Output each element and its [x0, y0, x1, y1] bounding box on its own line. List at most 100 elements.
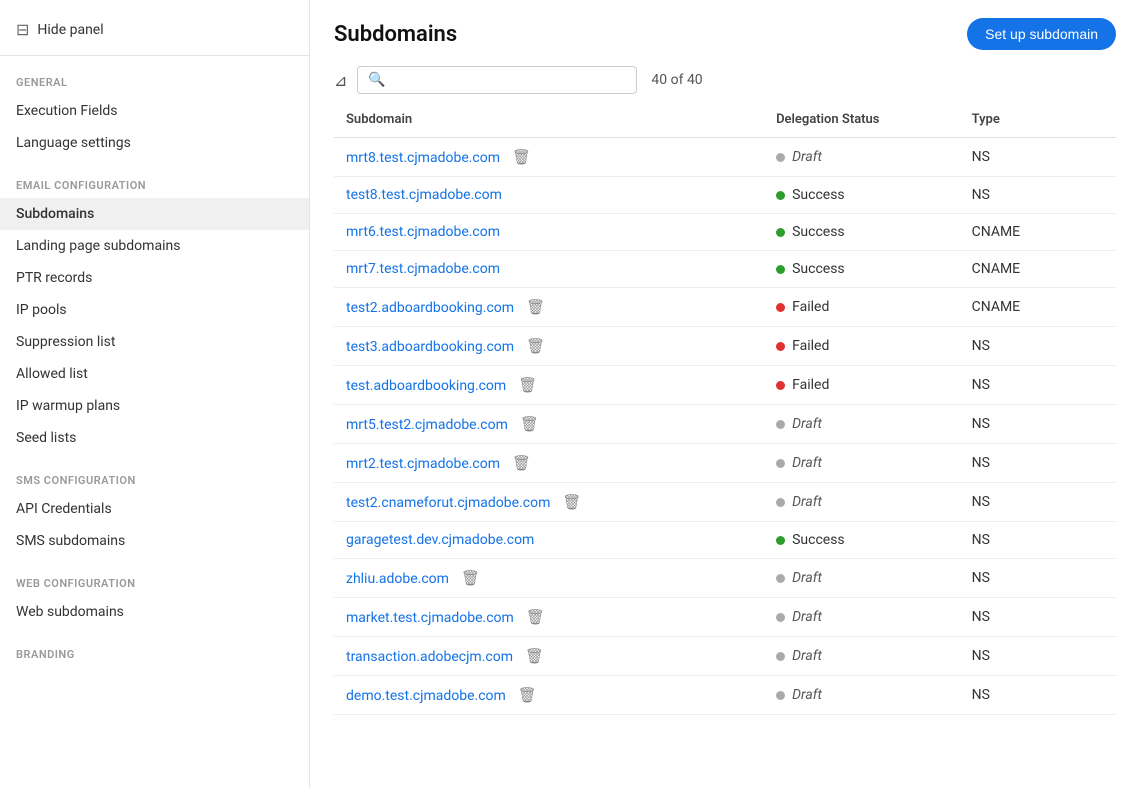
subdomain-link[interactable]: mrt8.test.cjmadobe.com [346, 150, 500, 166]
status-cell: Draft [764, 405, 960, 444]
type-cell: NS [960, 138, 1116, 177]
subdomain-cell: transaction.adobecjm.com 🗑 [334, 637, 764, 676]
status-dot [776, 342, 785, 351]
subdomain-link[interactable]: test2.adboardbooking.com [346, 300, 514, 316]
status-cell: Draft [764, 637, 960, 676]
status-cell: Success [764, 251, 960, 288]
status-cell: Failed [764, 366, 960, 405]
subdomain-link[interactable]: test2.cnameforut.cjmadobe.com [346, 495, 550, 511]
sidebar-item-execution-fields[interactable]: Execution Fields [0, 95, 309, 127]
sidebar-item-api-credentials[interactable]: API Credentials [0, 493, 309, 525]
subdomain-link[interactable]: market.test.cjmadobe.com [346, 610, 514, 626]
main-content: Subdomains Set up subdomain ⊿ 🔍 40 of 40… [310, 0, 1140, 788]
panel-icon: ⊟ [16, 20, 29, 39]
subdomain-link[interactable]: zhliu.adobe.com [346, 571, 449, 587]
sidebar-item-seed-lists[interactable]: Seed lists [0, 422, 309, 454]
sidebar: ⊟ Hide panel GENERALExecution FieldsLang… [0, 0, 310, 788]
sidebar-item-sms-subdomains[interactable]: SMS subdomains [0, 525, 309, 557]
search-input[interactable] [392, 72, 627, 88]
delete-icon[interactable]: 🗑 [525, 647, 544, 665]
subdomain-link[interactable]: transaction.adobecjm.com [346, 649, 513, 665]
sidebar-item-language-settings[interactable]: Language settings [0, 127, 309, 159]
status-label: Draft [792, 455, 822, 471]
delete-icon[interactable]: 🗑 [520, 415, 539, 433]
delete-icon[interactable]: 🗑 [562, 493, 581, 511]
status-dot [776, 459, 785, 468]
table-row: test.adboardbooking.com🗑FailedNS [334, 366, 1116, 405]
status-cell: Success [764, 177, 960, 214]
subdomain-cell: mrt2.test.cjmadobe.com 🗑 [334, 444, 764, 483]
delete-icon[interactable]: 🗑 [526, 608, 545, 626]
subdomain-link[interactable]: test3.adboardbooking.com [346, 339, 514, 355]
col-header-status: Delegation Status [764, 102, 960, 138]
status-dot [776, 303, 785, 312]
status-label: Draft [792, 149, 822, 165]
section-label-sms-configuration: SMS CONFIGURATION [0, 454, 309, 493]
subdomain-cell: mrt7.test.cjmadobe.com [334, 251, 764, 288]
status-cell: Draft [764, 138, 960, 177]
sidebar-header[interactable]: ⊟ Hide panel [0, 0, 309, 56]
status-dot [776, 613, 785, 622]
table-row: mrt6.test.cjmadobe.comSuccessCNAME [334, 214, 1116, 251]
status-cell: Draft [764, 483, 960, 522]
status-label: Draft [792, 687, 822, 703]
subdomain-link[interactable]: demo.test.cjmadobe.com [346, 688, 506, 704]
section-label-web-configuration: WEB CONFIGURATION [0, 557, 309, 596]
sidebar-item-subdomains[interactable]: Subdomains [0, 198, 309, 230]
subdomain-cell: mrt5.test2.cjmadobe.com 🗑 [334, 405, 764, 444]
type-cell: NS [960, 405, 1116, 444]
sidebar-item-allowed-list[interactable]: Allowed list [0, 358, 309, 390]
type-cell: NS [960, 327, 1116, 366]
toolbar: ⊿ 🔍 40 of 40 [310, 50, 1140, 102]
delete-icon[interactable]: 🗑 [512, 148, 531, 166]
status-dot [776, 228, 785, 237]
subdomain-link[interactable]: mrt5.test2.cjmadobe.com [346, 417, 508, 433]
status-label: Draft [792, 648, 822, 664]
table-row: mrt8.test.cjmadobe.com 🗑 Draft NS [334, 138, 1116, 177]
subdomain-cell: test2.adboardbooking.com 🗑 [334, 288, 764, 327]
subdomain-link[interactable]: mrt7.test.cjmadobe.com [346, 261, 500, 277]
status-dot [776, 536, 785, 545]
section-label-general: GENERAL [0, 56, 309, 95]
table-row: test3.adboardbooking.com 🗑 Failed NS [334, 327, 1116, 366]
status-cell: Failed [764, 327, 960, 366]
status-label: Failed [792, 377, 829, 393]
status-dot [776, 420, 785, 429]
delete-icon[interactable]: 🗑 [461, 569, 480, 587]
table-row: test2.adboardbooking.com🗑FailedCNAME [334, 288, 1116, 327]
delete-icon[interactable]: 🗑 [526, 337, 545, 355]
main-header: Subdomains Set up subdomain [310, 0, 1140, 50]
subdomain-link[interactable]: garagetest.dev.cjmadobe.com [346, 532, 534, 548]
delete-icon[interactable]: 🗑 [518, 686, 537, 704]
sidebar-item-ip-pools[interactable]: IP pools [0, 294, 309, 326]
type-cell: CNAME [960, 214, 1116, 251]
status-cell: Draft [764, 559, 960, 598]
table-row: mrt5.test2.cjmadobe.com 🗑 DraftNS [334, 405, 1116, 444]
count-label: 40 of 40 [651, 72, 702, 88]
subdomain-link[interactable]: mrt6.test.cjmadobe.com [346, 224, 500, 240]
search-box: 🔍 [357, 66, 637, 94]
subdomain-cell: test8.test.cjmadobe.com [334, 177, 764, 214]
sidebar-item-suppression-list[interactable]: Suppression list [0, 326, 309, 358]
table-container: Subdomain Delegation Status Type mrt8.te… [310, 102, 1140, 788]
subdomain-link[interactable]: test8.test.cjmadobe.com [346, 187, 502, 203]
status-label: Failed [792, 338, 829, 354]
delete-icon[interactable]: 🗑 [526, 298, 545, 316]
subdomain-cell: test3.adboardbooking.com 🗑 [334, 327, 764, 366]
search-icon: 🔍 [368, 72, 385, 88]
status-label: Failed [792, 299, 829, 315]
sidebar-item-ip-warmup-plans[interactable]: IP warmup plans [0, 390, 309, 422]
delete-icon[interactable]: 🗑 [512, 454, 531, 472]
status-cell: Failed [764, 288, 960, 327]
filter-icon[interactable]: ⊿ [334, 71, 347, 90]
status-dot [776, 265, 785, 274]
delete-icon[interactable]: 🗑 [518, 376, 537, 394]
section-label-branding: BRANDING [0, 628, 309, 667]
setup-subdomain-button[interactable]: Set up subdomain [967, 18, 1116, 50]
subdomain-link[interactable]: mrt2.test.cjmadobe.com [346, 456, 500, 472]
sidebar-item-landing-page-subdomains[interactable]: Landing page subdomains [0, 230, 309, 262]
sidebar-item-web-subdomains[interactable]: Web subdomains [0, 596, 309, 628]
type-cell: NS [960, 637, 1116, 676]
subdomain-link[interactable]: test.adboardbooking.com [346, 378, 506, 394]
sidebar-item-ptr-records[interactable]: PTR records [0, 262, 309, 294]
